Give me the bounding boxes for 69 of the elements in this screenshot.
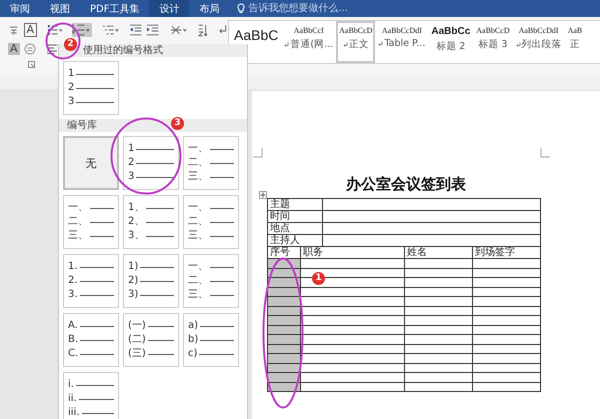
numbering-format-option[interactable]: 一、 二、 三、 <box>63 195 119 249</box>
style-name: 列出段落 <box>522 38 562 51</box>
document-title: 办公室会议签到表 <box>344 175 467 194</box>
numbering-format-option[interactable]: (一) (二) (三) <box>123 313 179 367</box>
asian-layout-icon[interactable] <box>170 24 187 36</box>
numbering-format-option[interactable]: 1 2 3 <box>63 61 119 115</box>
ribbon-tab[interactable]: 设计 <box>149 0 190 17</box>
style-name: 正文 <box>348 38 369 51</box>
bullet-list-icon[interactable] <box>47 24 62 36</box>
table-cell: 时间 <box>268 210 322 222</box>
style-item[interactable]: AaBbCcD 正文 <box>336 21 376 63</box>
ribbon-tab[interactable]: 视图 <box>40 0 80 17</box>
lightbulb-icon <box>237 3 246 14</box>
numbering-format-option[interactable]: 1、 2、 3、 <box>123 195 179 249</box>
multilevel-list-icon[interactable] <box>102 24 119 36</box>
paragraph-mark-icon[interactable] <box>218 24 228 36</box>
numbering-format-option[interactable]: 1) 2) 3) <box>123 254 179 308</box>
ribbon-tab[interactable]: 审阅 <box>0 0 40 17</box>
style-name: 正 <box>570 38 580 51</box>
numbering-format-option[interactable]: 1 2 3 <box>123 136 179 190</box>
enclosed-character-icon[interactable] <box>24 43 36 55</box>
ribbon-tab[interactable]: PDF工具集 <box>80 0 150 17</box>
numbering-format-option[interactable]: 无 <box>63 136 119 190</box>
character-border-button[interactable]: A <box>24 23 38 37</box>
dialog-launcher-icon[interactable] <box>28 61 35 68</box>
align-left-icon[interactable] <box>46 44 58 54</box>
numbered-list-icon[interactable] <box>72 23 92 37</box>
numbering-format-option[interactable]: 一、 二、 三、 <box>183 195 239 249</box>
style-name: 标题 2 <box>436 40 466 53</box>
margin-corner-mark <box>540 148 550 158</box>
style-name: 普通(网... <box>290 38 334 51</box>
column-header: 姓名 <box>404 246 472 258</box>
increase-indent-icon[interactable] <box>146 24 160 36</box>
numbering-format-option[interactable]: i. ii. iii. <box>63 372 119 419</box>
style-item[interactable]: AaBbCcDdI Table P... <box>375 21 428 63</box>
numbering-format-option[interactable]: A. B. C. <box>63 313 119 367</box>
style-item[interactable]: AaB 正 <box>564 21 586 63</box>
column-header: 职务 <box>300 246 404 258</box>
style-item[interactable]: AaBbCcI 普通(网... <box>281 21 336 63</box>
ribbon-tab[interactable]: 布局 <box>189 0 230 17</box>
sort-icon[interactable] <box>196 24 208 36</box>
numbering-format-option[interactable]: 1. 2. 3. <box>63 254 119 308</box>
highlight-ellipse <box>45 22 81 60</box>
style-name: 标题 3 <box>478 38 508 51</box>
numbering-format-option[interactable]: a) b) c) <box>183 313 239 367</box>
style-preview: AaBbCcD <box>339 26 372 35</box>
style-preview: AaBbCc <box>431 26 470 37</box>
style-preview: AaBbC <box>234 27 278 43</box>
style-preview: AaBbCcD <box>476 26 510 35</box>
decrease-indent-icon[interactable] <box>128 24 142 36</box>
numbering-format-option[interactable]: 一、 二、 三、 <box>183 136 239 190</box>
style-item[interactable]: AaBbCcD 标题 3 <box>473 21 513 63</box>
margin-corner-mark <box>253 148 263 158</box>
character-shading-button[interactable]: A <box>8 43 20 55</box>
style-item[interactable]: AaBbCcDdI 列出段落 <box>512 21 565 63</box>
style-preview: AaB <box>568 26 582 35</box>
style-item[interactable]: AaBbCc 标题 2 <box>428 21 474 63</box>
style-name: Table P... <box>384 38 426 49</box>
phonetic-guide-icon <box>8 24 20 36</box>
table-cell: 地点 <box>268 222 322 234</box>
style-preview: AaBbCcDdI <box>518 26 559 35</box>
table-move-handle-icon[interactable] <box>259 191 267 199</box>
numbering-format-option[interactable]: 一、 二、 三、 <box>183 254 239 308</box>
table-cell: 主题 <box>268 198 322 210</box>
style-preview: AaBbCcDdI <box>382 26 422 35</box>
column-header: 到场签字 <box>472 246 541 258</box>
style-preview: AaBbCcI <box>294 26 324 35</box>
tell-me-field[interactable]: 告诉我您想要做什么... <box>237 0 398 17</box>
table-cell: 主持人 <box>268 234 322 246</box>
